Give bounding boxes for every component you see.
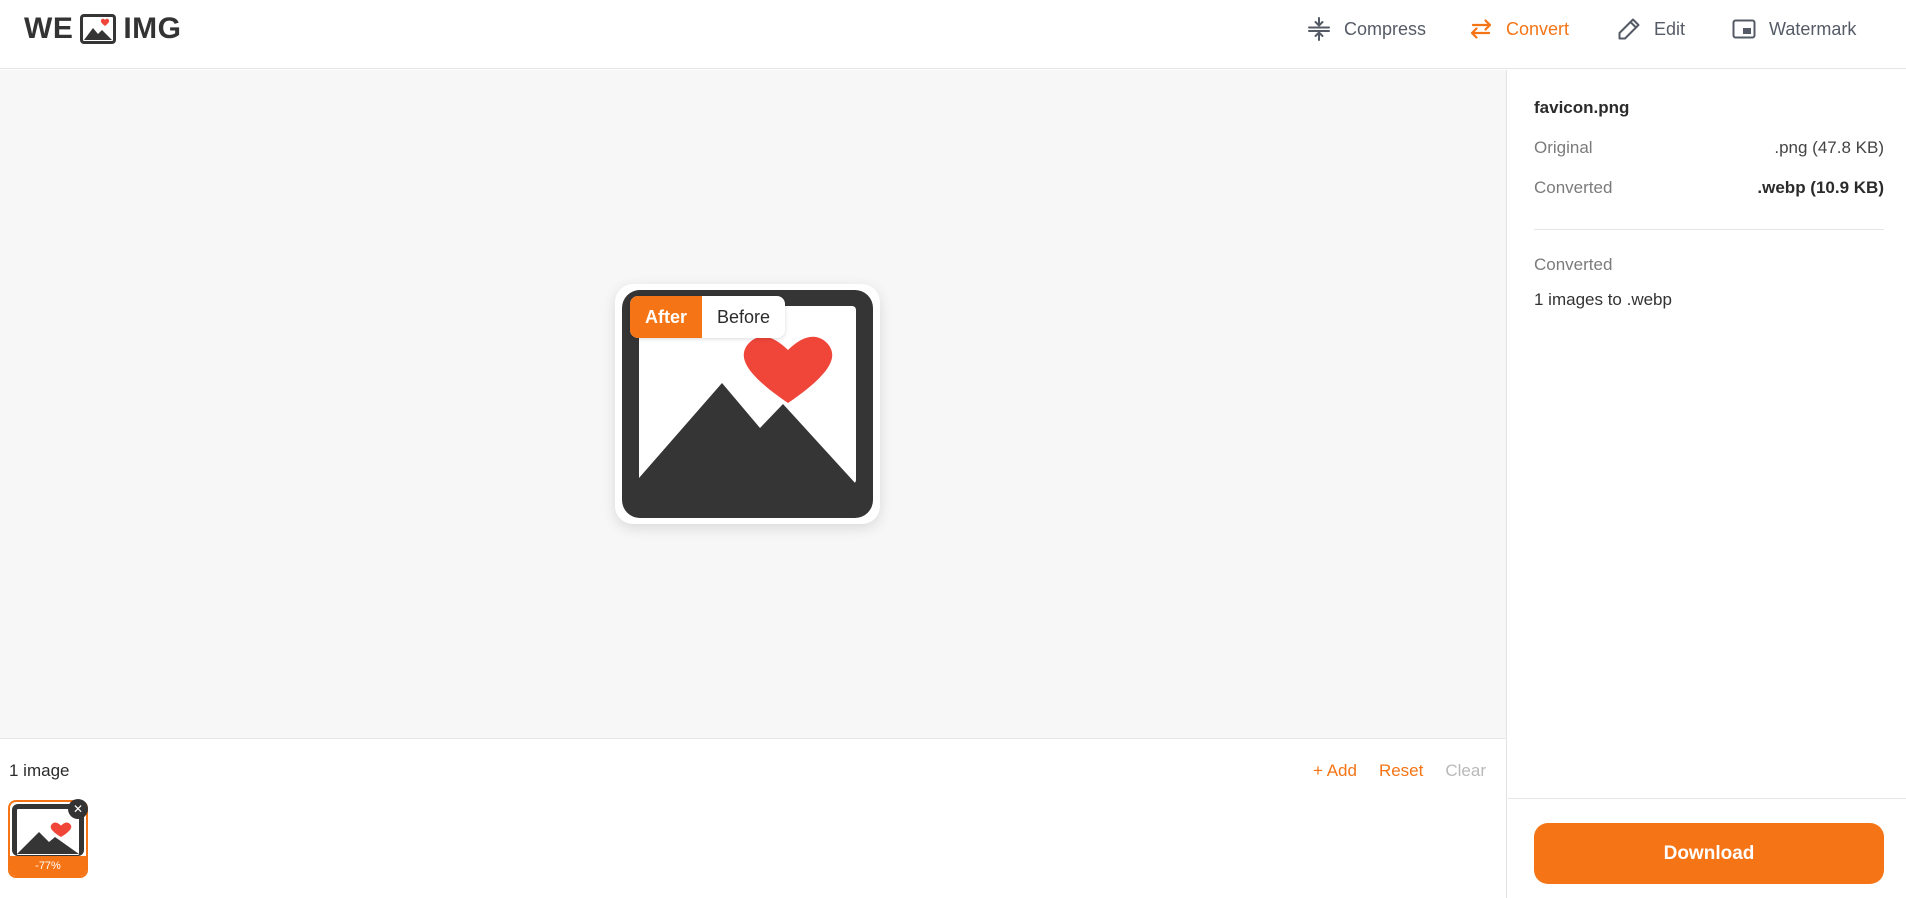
original-value: .png (47.8 KB) bbox=[1774, 138, 1884, 157]
logo-text-img: IMG bbox=[123, 12, 182, 45]
file-name: favicon.png bbox=[1534, 98, 1630, 117]
top-header: WE IMG Compress Convert Edit Watermark bbox=[0, 0, 1906, 69]
preview-area: After Before bbox=[0, 70, 1507, 738]
original-row: Original .png (47.8 KB) bbox=[1534, 138, 1884, 158]
sidebar-footer-divider bbox=[1508, 798, 1906, 799]
logo-image-icon bbox=[80, 14, 117, 44]
original-label: Original bbox=[1534, 138, 1593, 157]
nav-watermark-label: Watermark bbox=[1769, 18, 1857, 39]
reset-button[interactable]: Reset bbox=[1379, 761, 1423, 781]
convert-arrows-icon bbox=[1470, 19, 1492, 39]
pencil-icon bbox=[1618, 18, 1640, 40]
nav-edit-label: Edit bbox=[1654, 18, 1686, 39]
before-toggle-button[interactable]: Before bbox=[702, 296, 785, 338]
nav-convert[interactable]: Convert bbox=[1468, 16, 1569, 42]
nav-convert-label: Convert bbox=[1506, 18, 1570, 39]
size-reduction-badge: -77% bbox=[10, 856, 86, 876]
remove-image-close-icon[interactable]: ✕ bbox=[68, 799, 88, 819]
sidebar-divider bbox=[1534, 229, 1884, 230]
summary-label: Converted bbox=[1534, 255, 1613, 274]
image-count: 1 image bbox=[9, 761, 70, 780]
nav-compress[interactable]: Compress bbox=[1306, 16, 1426, 42]
converted-value: .webp (10.9 KB) bbox=[1757, 178, 1884, 197]
after-before-toggle[interactable]: After Before bbox=[630, 296, 786, 338]
converted-row: Converted .webp (10.9 KB) bbox=[1534, 178, 1884, 198]
summary-value: 1 images to .webp bbox=[1534, 290, 1672, 309]
download-button[interactable]: Download bbox=[1534, 823, 1884, 884]
nav-watermark[interactable]: Watermark bbox=[1731, 16, 1856, 42]
clear-button[interactable]: Clear bbox=[1445, 761, 1486, 781]
after-toggle-button[interactable]: After bbox=[630, 296, 703, 338]
details-sidebar: favicon.png Original .png (47.8 KB) Conv… bbox=[1508, 70, 1906, 898]
converted-label: Converted bbox=[1534, 178, 1613, 197]
add-button[interactable]: + Add bbox=[1313, 761, 1357, 781]
watermark-icon bbox=[1732, 19, 1756, 39]
nav-compress-label: Compress bbox=[1344, 18, 1427, 39]
nav-edit[interactable]: Edit bbox=[1616, 16, 1685, 42]
strip-actions: + Add Reset Clear bbox=[1313, 761, 1486, 781]
logo-text-we: WE bbox=[24, 12, 74, 45]
compress-icon bbox=[1308, 17, 1330, 41]
brand-logo[interactable]: WE IMG bbox=[24, 12, 182, 46]
image-strip: 1 image + Add Reset Clear -77% ✕ bbox=[0, 738, 1507, 898]
